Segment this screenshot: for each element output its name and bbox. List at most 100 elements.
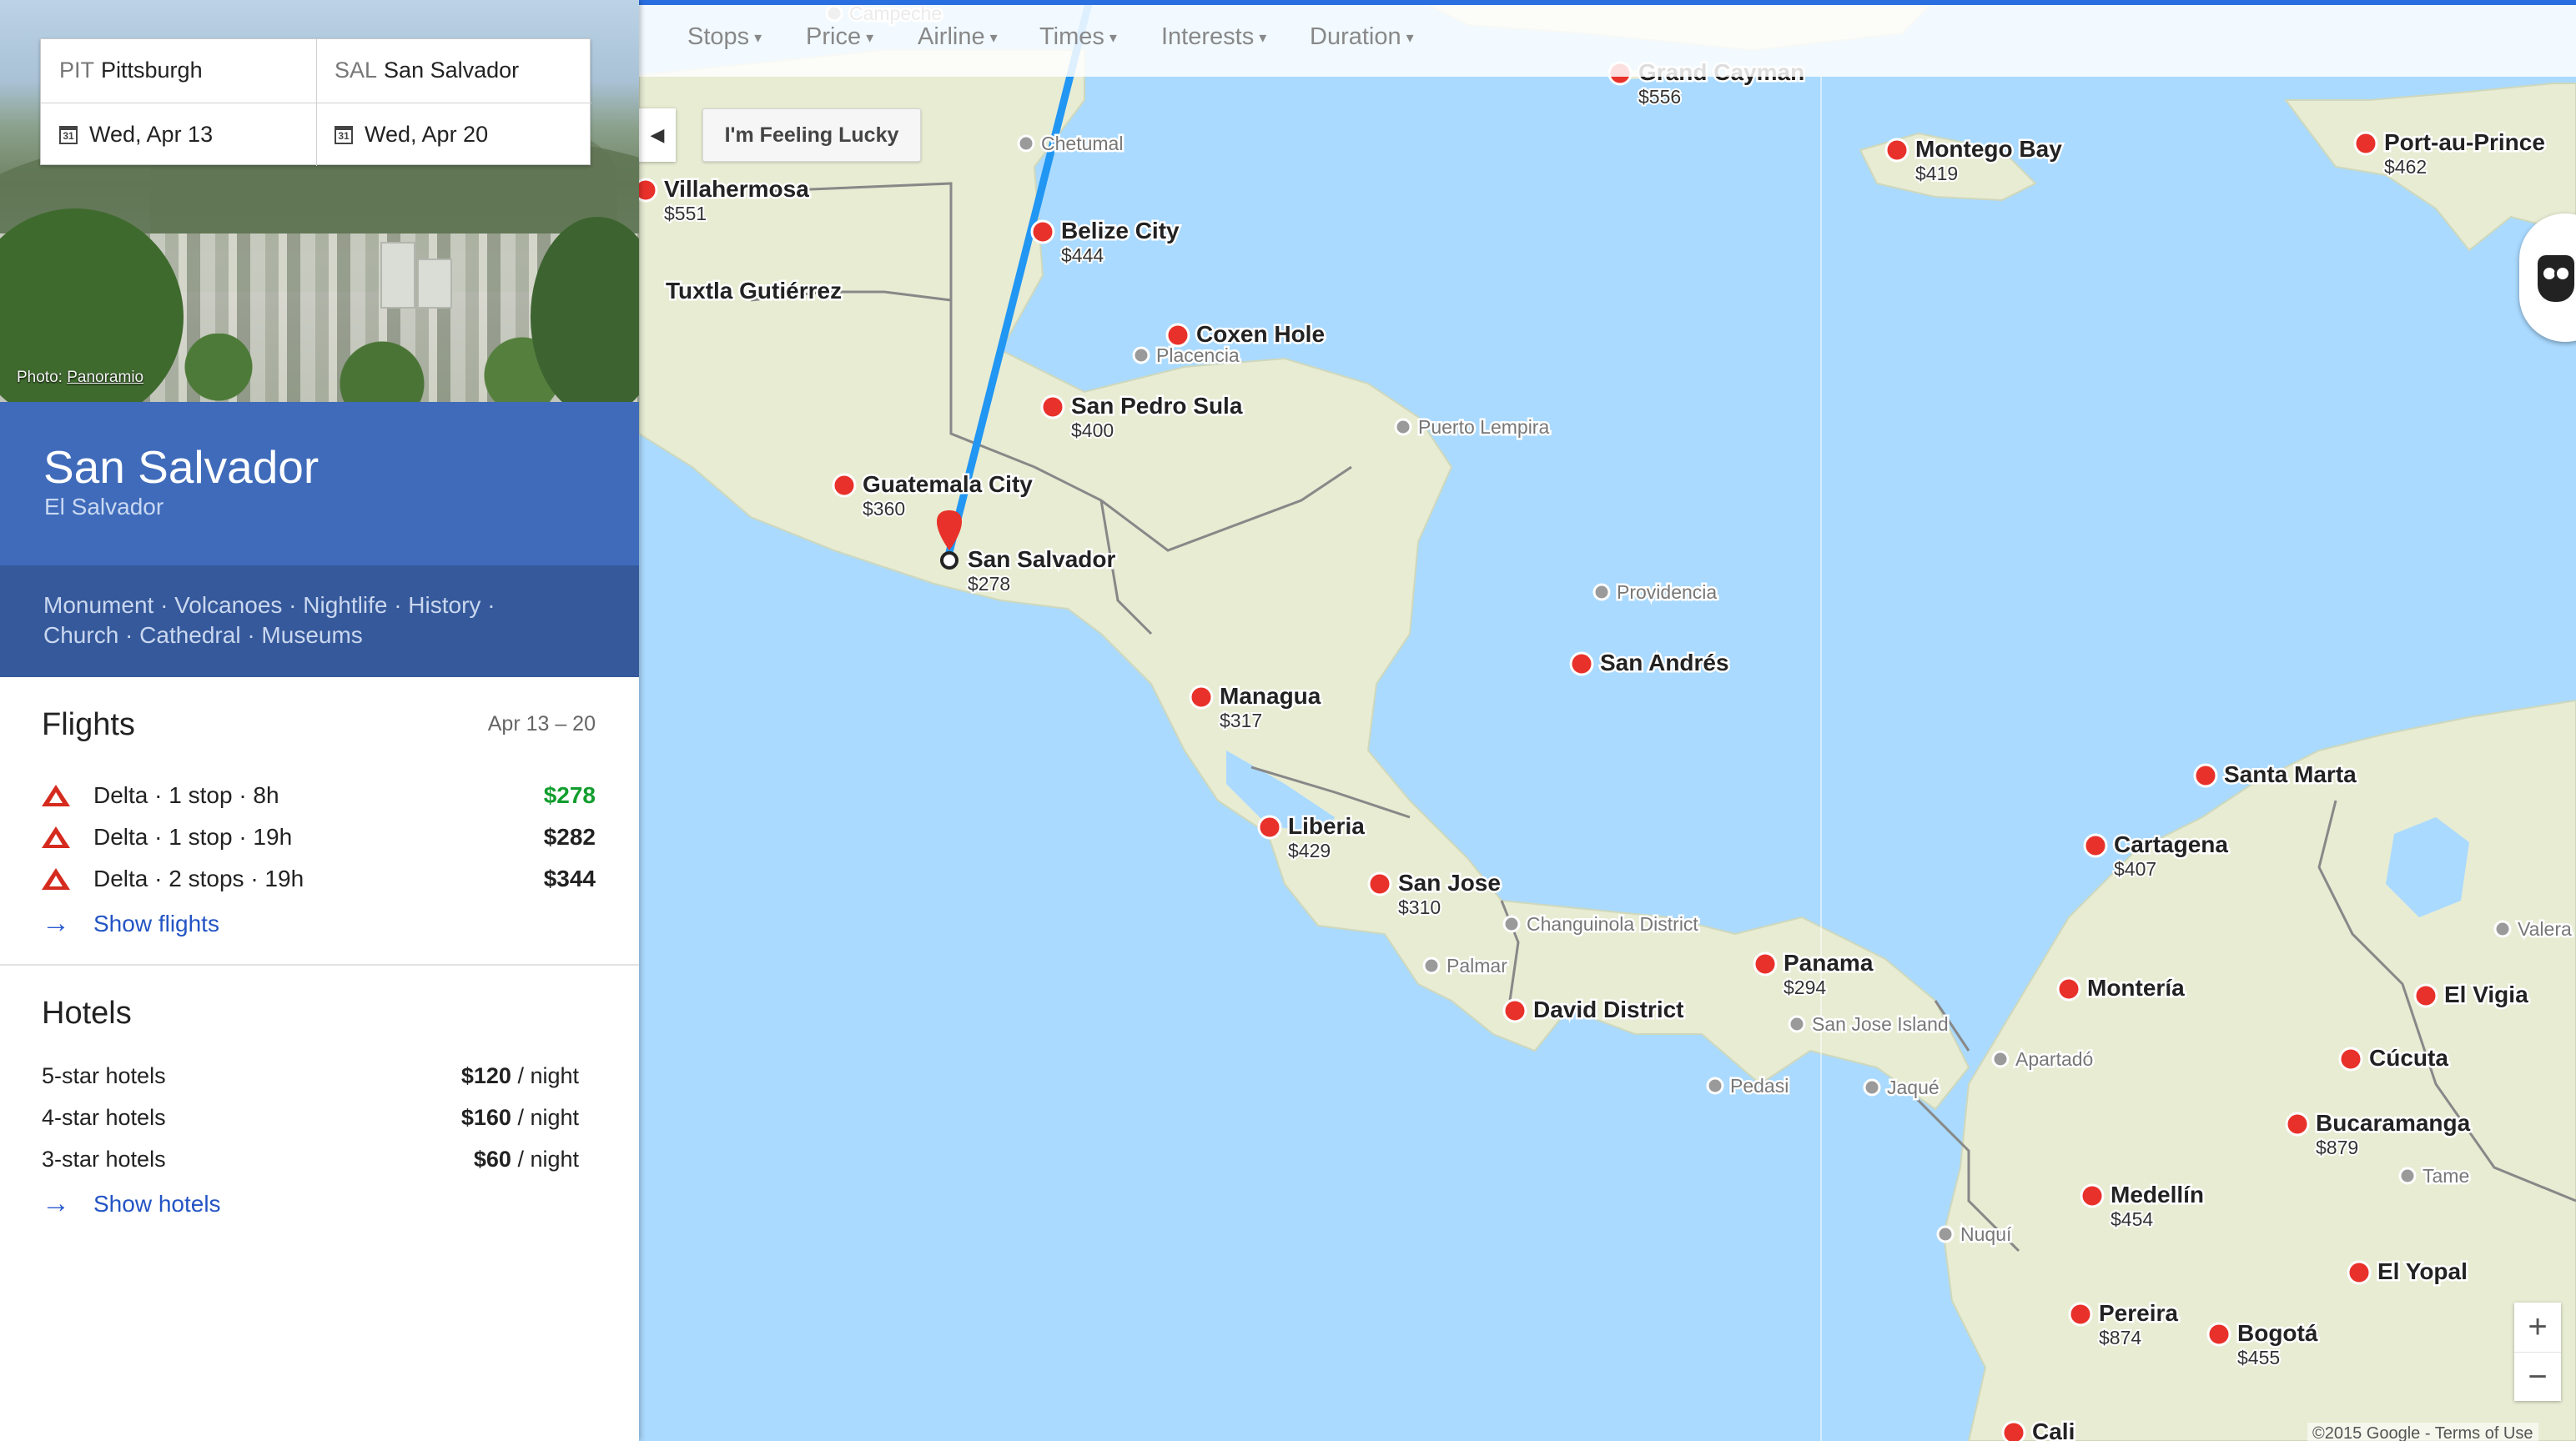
filter-duration[interactable]: Duration ▾ — [1310, 23, 1414, 51]
city-pin-icon[interactable] — [1502, 998, 1527, 1023]
city-label[interactable]: El Vigia — [2443, 980, 2531, 1010]
city-label[interactable]: Tuxtla Gutiérrez — [664, 276, 844, 306]
city-label[interactable]: Santa Marta — [2222, 760, 2359, 790]
city-pin-icon[interactable] — [1884, 138, 1909, 163]
city-pin-icon[interactable] — [2083, 833, 2108, 858]
filter-times[interactable]: Times ▾ — [1039, 23, 1117, 51]
flight-row[interactable]: Delta · 2 stops · 19h $344 — [42, 862, 596, 896]
depart-date-field[interactable]: 31 Wed, Apr 13 — [41, 103, 316, 166]
city-pin-icon[interactable] — [2206, 1322, 2231, 1347]
city-dot-icon[interactable] — [1502, 915, 1521, 933]
city-pin-icon[interactable] — [2413, 983, 2438, 1008]
city-label[interactable]: Medellín — [2109, 1180, 2206, 1210]
city-label[interactable]: Panama — [1782, 948, 1876, 978]
city-pin-icon[interactable] — [1257, 815, 1282, 840]
city-label[interactable]: San Jose Island — [1810, 1012, 1951, 1037]
city-label[interactable]: Jaqué — [1885, 1075, 1942, 1101]
city-label[interactable]: Puerto Lempira — [1416, 414, 1552, 440]
city-dot-icon[interactable] — [1936, 1225, 1955, 1243]
city-label[interactable]: El Yopal — [2376, 1257, 2470, 1287]
city-label[interactable]: Guatemala City — [861, 469, 1035, 500]
return-date-field[interactable]: 31 Wed, Apr 20 — [316, 103, 591, 166]
city-pin-icon[interactable] — [1040, 394, 1065, 419]
filter-interests[interactable]: Interests ▾ — [1161, 23, 1266, 51]
city-pin-icon[interactable] — [2338, 1047, 2363, 1072]
hotel-row[interactable]: 5-star hotels $120 / night — [42, 1059, 579, 1092]
city-label[interactable]: Palmar — [1445, 953, 1510, 979]
city-label[interactable]: San Salvador — [966, 545, 1119, 575]
city-label[interactable]: Liberia — [1286, 811, 1367, 841]
city-dot-icon[interactable] — [2398, 1167, 2417, 1185]
show-hotels-link[interactable]: → Show hotels — [42, 1187, 221, 1220]
hotel-row[interactable]: 3-star hotels $60 / night — [42, 1142, 579, 1176]
city-pin-icon[interactable] — [1367, 871, 1392, 896]
filter-price[interactable]: Price ▾ — [806, 23, 873, 51]
destination-field[interactable]: SAL San Salvador — [316, 39, 591, 102]
city-pin-icon[interactable] — [2285, 1112, 2310, 1137]
city-label[interactable]: San Jose — [1396, 868, 1503, 898]
feeling-lucky-button[interactable]: I'm Feeling Lucky — [702, 108, 921, 162]
map-canvas[interactable]: Villahermosa $551 Tuxtla Gutiérrez Chetumal… — [639, 0, 2576, 1441]
city-pin-icon[interactable] — [1189, 685, 1214, 710]
city-label[interactable]: Cartagena — [2112, 830, 2231, 860]
city-pin-icon[interactable] — [2080, 1183, 2105, 1208]
city-dot-icon[interactable] — [1788, 1015, 1806, 1033]
city-dot-icon[interactable] — [1394, 418, 1412, 436]
city-pin-icon[interactable] — [2353, 131, 2378, 156]
city-label[interactable]: Cali — [2030, 1417, 2077, 1441]
city-label[interactable]: San Pedro Sula — [1069, 391, 1245, 421]
city-dot-icon[interactable] — [1592, 583, 1611, 601]
city-label[interactable]: Montego Bay — [1914, 134, 2065, 164]
city-pin-icon[interactable] — [639, 178, 658, 203]
city-pin-icon[interactable] — [2193, 763, 2218, 788]
show-flights-link[interactable]: → Show flights — [42, 907, 219, 940]
city-label[interactable]: Pereira — [2097, 1298, 2181, 1328]
city-label[interactable]: Coxen Hole — [1195, 319, 1327, 349]
city-label[interactable]: Pedasi — [1728, 1073, 1791, 1099]
city-dot-icon[interactable] — [1422, 956, 1441, 975]
origin-circle-icon[interactable] — [940, 551, 958, 570]
city-pin-icon[interactable] — [2347, 1260, 2372, 1285]
city-dot-icon[interactable] — [1863, 1078, 1881, 1097]
city-label[interactable]: Port-au-Prince — [2382, 128, 2548, 158]
city-label[interactable]: Montería — [2085, 973, 2187, 1003]
city-pin-icon[interactable] — [2068, 1302, 2093, 1327]
city-label[interactable]: Villahermosa — [662, 174, 812, 204]
filter-stops[interactable]: Stops ▾ — [687, 23, 762, 51]
hotel-row[interactable]: 4-star hotels $160 / night — [42, 1101, 579, 1134]
city-label[interactable]: Belize City — [1059, 216, 1182, 246]
city-label[interactable]: Apartadó — [2014, 1047, 2096, 1072]
zoom-in-button[interactable]: + — [2514, 1303, 2561, 1352]
city-dot-icon[interactable] — [1017, 134, 1035, 153]
city-label[interactable]: San Andrés — [1598, 648, 1732, 678]
city-label[interactable]: Tame — [2421, 1163, 2472, 1189]
city-dot-icon[interactable] — [1706, 1077, 1724, 1095]
city-label[interactable]: Bucaramanga — [2314, 1108, 2473, 1138]
flight-row[interactable]: Delta · 1 stop · 19h $282 — [42, 821, 596, 854]
city-dot-icon[interactable] — [2493, 920, 2512, 938]
zoom-out-button[interactable]: − — [2514, 1353, 2561, 1402]
city-label[interactable]: Changuinola District — [1525, 911, 1701, 937]
city-label[interactable]: Bogotá — [2236, 1318, 2321, 1348]
city-pin-icon[interactable] — [1165, 323, 1190, 348]
flight-row[interactable]: Delta · 1 stop · 8h $278 — [42, 779, 596, 812]
city-label[interactable]: Valera — [2516, 916, 2574, 942]
city-pin-icon[interactable] — [1030, 219, 1055, 244]
photo-credit-link[interactable]: Panoramio — [67, 369, 143, 386]
collapse-sidebar-button[interactable]: ◀ — [639, 108, 676, 162]
city-label[interactable]: Chetumal — [1039, 131, 1125, 157]
city-pin-icon[interactable] — [2001, 1420, 2026, 1441]
tripadvisor-owl-button[interactable] — [2519, 213, 2576, 342]
filter-airline[interactable]: Airline ▾ — [918, 23, 998, 51]
city-label[interactable]: Nuquí — [1959, 1222, 2015, 1248]
city-pin-icon[interactable] — [2056, 977, 2081, 1002]
origin-field[interactable]: PIT Pittsburgh — [41, 39, 316, 102]
city-pin-icon[interactable] — [832, 473, 857, 498]
city-dot-icon[interactable] — [1991, 1050, 2010, 1068]
city-label[interactable]: Providencia — [1615, 580, 1719, 605]
city-label[interactable]: Cúcuta — [2367, 1043, 2451, 1073]
city-label[interactable]: Managua — [1218, 681, 1324, 711]
city-label[interactable]: Placencia — [1155, 343, 1242, 369]
city-pin-icon[interactable] — [1569, 651, 1594, 676]
city-dot-icon[interactable] — [1132, 346, 1150, 364]
